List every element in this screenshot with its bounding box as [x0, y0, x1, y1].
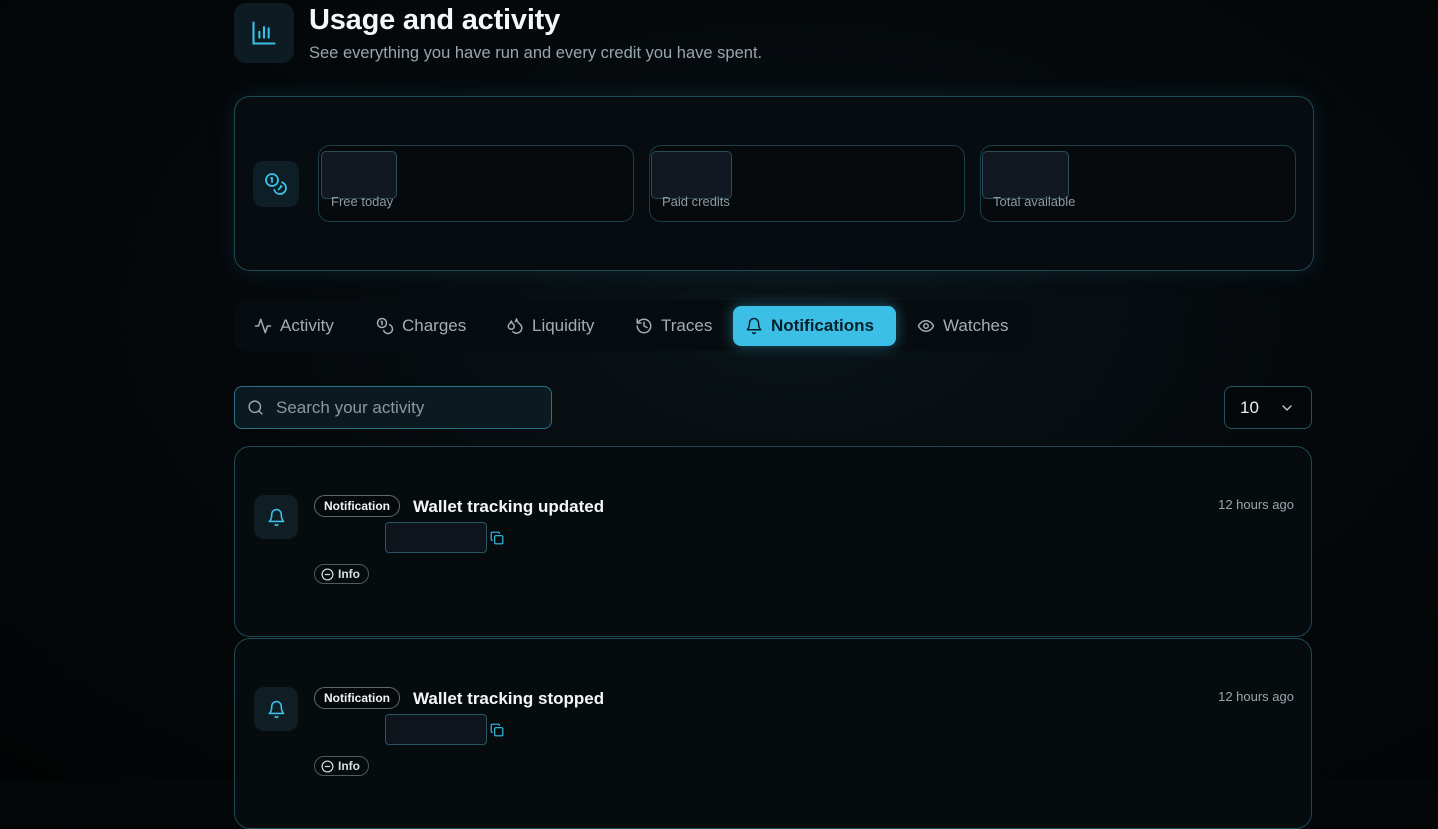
minus-circle-icon: [321, 567, 334, 581]
tab-notifications-label: Notifications: [771, 316, 874, 335]
history-icon: [636, 318, 652, 334]
free-today-value-placeholder: [321, 151, 397, 199]
eye-icon: [917, 320, 935, 332]
total-available-value-placeholder: [982, 151, 1069, 199]
bar-chart-icon: [234, 3, 294, 63]
notification-title: Wallet tracking stopped: [413, 689, 605, 708]
droplets-icon: [507, 318, 523, 334]
tab-liquidity[interactable]: Liquidity: [494, 306, 604, 346]
page-title: Usage and activity: [309, 4, 561, 36]
notification-type-badge: Notification: [314, 495, 400, 517]
notification-level-label: Info: [338, 567, 360, 581]
bell-icon: [254, 687, 298, 731]
page-size-select[interactable]: 10: [1224, 386, 1312, 429]
search-input[interactable]: [274, 396, 538, 419]
paid-credits-label: Paid credits: [662, 194, 730, 209]
coins-icon: [253, 161, 299, 207]
notification-time: 12 hours ago: [1218, 689, 1294, 704]
notification-level-badge: Info: [314, 756, 369, 776]
tab-activity[interactable]: Activity: [242, 306, 344, 346]
tab-watches[interactable]: Watches: [905, 306, 1019, 346]
search-icon: [248, 400, 263, 415]
tab-charges[interactable]: Charges: [364, 306, 476, 346]
minus-circle-icon: [321, 759, 334, 773]
notification-card[interactable]: Notification Wallet tracking stopped Inf…: [234, 638, 1312, 829]
copy-icon[interactable]: [490, 723, 504, 737]
tab-traces-label: Traces: [661, 316, 713, 335]
tab-charges-label: Charges: [402, 316, 467, 335]
bell-icon: [746, 317, 762, 335]
paid-credits-stat: Paid credits: [649, 145, 965, 222]
wallet-address-placeholder: [385, 522, 487, 553]
chevron-down-icon: [1282, 404, 1292, 411]
notification-time: 12 hours ago: [1218, 497, 1294, 512]
notification-title: Wallet tracking updated: [413, 497, 605, 516]
tab-watches-label: Watches: [943, 316, 1009, 335]
bell-icon: [254, 495, 298, 539]
free-today-stat: Free today: [318, 145, 634, 222]
tab-liquidity-label: Liquidity: [532, 316, 595, 335]
page-subtitle: See everything you have run and every cr…: [309, 44, 763, 62]
tab-notifications[interactable]: Notifications: [733, 306, 896, 346]
page-size-value: 10: [1240, 397, 1259, 417]
paid-credits-value-placeholder: [651, 151, 732, 199]
total-available-stat: Total available: [980, 145, 1296, 222]
notification-card[interactable]: Notification Wallet tracking updated Inf…: [234, 446, 1312, 637]
coins-icon: [376, 317, 394, 335]
tab-activity-label: Activity: [280, 316, 334, 335]
credits-card: Free today Paid credits Total available: [234, 96, 1314, 271]
free-today-label: Free today: [331, 194, 394, 209]
notification-level-label: Info: [338, 759, 360, 773]
notification-level-badge: Info: [314, 564, 369, 584]
total-available-label: Total available: [993, 194, 1076, 209]
wallet-address-placeholder: [385, 714, 487, 745]
notification-type-badge: Notification: [314, 687, 400, 709]
tab-bar: Activity Charges Liquidity Traces Notifi…: [234, 300, 1032, 351]
tab-traces[interactable]: Traces: [623, 306, 722, 346]
copy-icon[interactable]: [490, 531, 504, 545]
search-box: [234, 386, 552, 429]
activity-icon: [254, 318, 272, 334]
